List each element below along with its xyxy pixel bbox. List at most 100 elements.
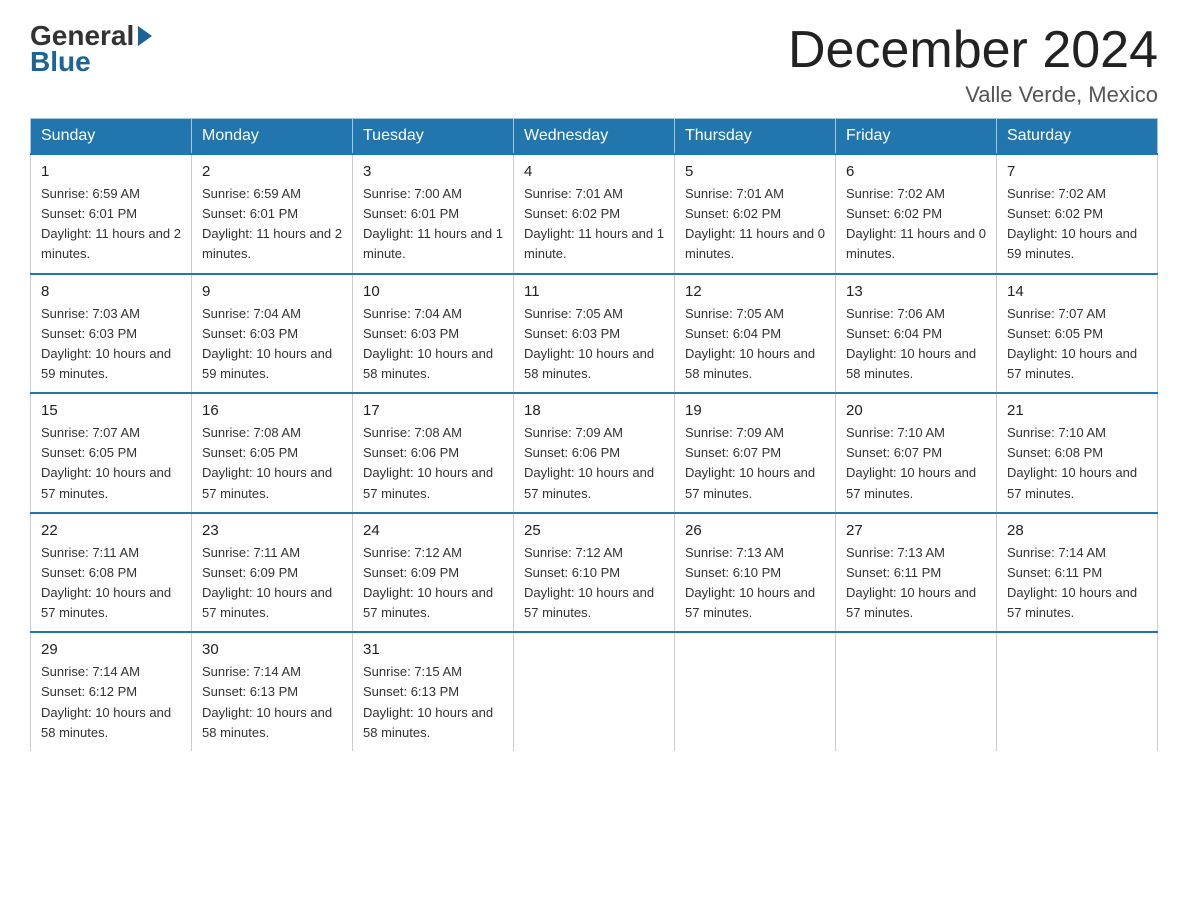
sunrise-value: 7:15 AM	[414, 664, 462, 679]
day-info: Sunrise: 7:05 AM Sunset: 6:03 PM Dayligh…	[524, 304, 664, 385]
day-info: Sunrise: 7:15 AM Sunset: 6:13 PM Dayligh…	[363, 662, 503, 743]
sunset-value: 6:06 PM	[572, 445, 620, 460]
calendar-week-2: 8 Sunrise: 7:03 AM Sunset: 6:03 PM Dayli…	[31, 274, 1158, 394]
sunrise-label: Sunrise:	[524, 186, 575, 201]
calendar-cell: 10 Sunrise: 7:04 AM Sunset: 6:03 PM Dayl…	[353, 274, 514, 394]
daylight-label: Daylight:	[41, 226, 95, 241]
logo-blue-text: Blue	[30, 46, 91, 78]
sunrise-value: 6:59 AM	[253, 186, 301, 201]
daylight-label: Daylight:	[202, 465, 256, 480]
sunrise-value: 7:13 AM	[736, 545, 784, 560]
sunrise-label: Sunrise:	[202, 545, 253, 560]
calendar-cell: 16 Sunrise: 7:08 AM Sunset: 6:05 PM Dayl…	[192, 393, 353, 513]
calendar-cell: 6 Sunrise: 7:02 AM Sunset: 6:02 PM Dayli…	[836, 154, 997, 274]
daylight-label: Daylight:	[363, 585, 417, 600]
calendar-week-3: 15 Sunrise: 7:07 AM Sunset: 6:05 PM Dayl…	[31, 393, 1158, 513]
calendar-cell: 3 Sunrise: 7:00 AM Sunset: 6:01 PM Dayli…	[353, 154, 514, 274]
day-number: 12	[685, 283, 825, 300]
day-number: 4	[524, 163, 664, 180]
header-cell-saturday: Saturday	[997, 119, 1158, 155]
calendar-cell: 22 Sunrise: 7:11 AM Sunset: 6:08 PM Dayl…	[31, 513, 192, 633]
sunset-value: 6:04 PM	[894, 326, 942, 341]
sunset-value: 6:04 PM	[733, 326, 781, 341]
day-info: Sunrise: 7:11 AM Sunset: 6:08 PM Dayligh…	[41, 543, 181, 624]
calendar-cell: 25 Sunrise: 7:12 AM Sunset: 6:10 PM Dayl…	[514, 513, 675, 633]
calendar-cell	[997, 632, 1158, 751]
day-number: 11	[524, 283, 664, 300]
calendar-body: 1 Sunrise: 6:59 AM Sunset: 6:01 PM Dayli…	[31, 154, 1158, 751]
day-info: Sunrise: 7:10 AM Sunset: 6:08 PM Dayligh…	[1007, 423, 1147, 504]
daylight-label: Daylight:	[524, 585, 578, 600]
sunrise-label: Sunrise:	[41, 186, 92, 201]
sunrise-value: 7:02 AM	[1058, 186, 1106, 201]
day-number: 9	[202, 283, 342, 300]
daylight-label: Daylight:	[1007, 465, 1061, 480]
day-number: 23	[202, 522, 342, 539]
day-info: Sunrise: 7:14 AM Sunset: 6:13 PM Dayligh…	[202, 662, 342, 743]
sunrise-label: Sunrise:	[846, 186, 897, 201]
calendar-cell: 29 Sunrise: 7:14 AM Sunset: 6:12 PM Dayl…	[31, 632, 192, 751]
sunset-label: Sunset:	[363, 206, 411, 221]
sunrise-label: Sunrise:	[41, 425, 92, 440]
sunrise-label: Sunrise:	[685, 186, 736, 201]
sunrise-value: 7:09 AM	[575, 425, 623, 440]
day-info: Sunrise: 7:12 AM Sunset: 6:09 PM Dayligh…	[363, 543, 503, 624]
sunset-value: 6:13 PM	[250, 684, 298, 699]
day-number: 19	[685, 402, 825, 419]
sunrise-label: Sunrise:	[363, 425, 414, 440]
sunrise-value: 7:01 AM	[736, 186, 784, 201]
sunset-label: Sunset:	[1007, 326, 1055, 341]
sunset-label: Sunset:	[524, 326, 572, 341]
day-info: Sunrise: 7:08 AM Sunset: 6:05 PM Dayligh…	[202, 423, 342, 504]
calendar-cell: 5 Sunrise: 7:01 AM Sunset: 6:02 PM Dayli…	[675, 154, 836, 274]
sunrise-label: Sunrise:	[846, 545, 897, 560]
daylight-label: Daylight:	[524, 346, 578, 361]
day-number: 29	[41, 641, 181, 658]
daylight-label: Daylight:	[1007, 346, 1061, 361]
sunrise-value: 7:03 AM	[92, 306, 140, 321]
daylight-label: Daylight:	[202, 705, 256, 720]
sunrise-value: 7:14 AM	[253, 664, 301, 679]
day-number: 24	[363, 522, 503, 539]
day-number: 3	[363, 163, 503, 180]
logo: General Blue	[30, 20, 152, 78]
month-title: December 2024	[788, 20, 1158, 80]
sunset-label: Sunset:	[685, 565, 733, 580]
sunrise-value: 7:08 AM	[414, 425, 462, 440]
day-info: Sunrise: 7:04 AM Sunset: 6:03 PM Dayligh…	[202, 304, 342, 385]
day-number: 1	[41, 163, 181, 180]
calendar-cell: 27 Sunrise: 7:13 AM Sunset: 6:11 PM Dayl…	[836, 513, 997, 633]
sunrise-label: Sunrise:	[41, 306, 92, 321]
sunrise-value: 7:09 AM	[736, 425, 784, 440]
daylight-label: Daylight:	[363, 705, 417, 720]
day-number: 13	[846, 283, 986, 300]
sunset-label: Sunset:	[202, 445, 250, 460]
daylight-label: Daylight:	[1007, 226, 1061, 241]
day-info: Sunrise: 7:07 AM Sunset: 6:05 PM Dayligh…	[1007, 304, 1147, 385]
daylight-label: Daylight:	[846, 465, 900, 480]
sunset-label: Sunset:	[41, 206, 89, 221]
page-header: General Blue December 2024 Valle Verde, …	[30, 20, 1158, 108]
title-section: December 2024 Valle Verde, Mexico	[788, 20, 1158, 108]
sunrise-label: Sunrise:	[202, 425, 253, 440]
day-info: Sunrise: 7:01 AM Sunset: 6:02 PM Dayligh…	[685, 184, 825, 265]
day-number: 27	[846, 522, 986, 539]
daylight-label: Daylight:	[846, 585, 900, 600]
calendar-cell: 1 Sunrise: 6:59 AM Sunset: 6:01 PM Dayli…	[31, 154, 192, 274]
calendar-cell: 15 Sunrise: 7:07 AM Sunset: 6:05 PM Dayl…	[31, 393, 192, 513]
day-number: 14	[1007, 283, 1147, 300]
day-info: Sunrise: 7:06 AM Sunset: 6:04 PM Dayligh…	[846, 304, 986, 385]
day-info: Sunrise: 7:03 AM Sunset: 6:03 PM Dayligh…	[41, 304, 181, 385]
calendar-cell: 14 Sunrise: 7:07 AM Sunset: 6:05 PM Dayl…	[997, 274, 1158, 394]
sunset-label: Sunset:	[202, 565, 250, 580]
sunrise-label: Sunrise:	[41, 545, 92, 560]
calendar-cell	[675, 632, 836, 751]
sunrise-value: 7:04 AM	[253, 306, 301, 321]
calendar-cell	[514, 632, 675, 751]
calendar-cell: 19 Sunrise: 7:09 AM Sunset: 6:07 PM Dayl…	[675, 393, 836, 513]
sunrise-label: Sunrise:	[524, 425, 575, 440]
sunset-label: Sunset:	[202, 206, 250, 221]
sunset-value: 6:02 PM	[733, 206, 781, 221]
day-info: Sunrise: 7:08 AM Sunset: 6:06 PM Dayligh…	[363, 423, 503, 504]
sunset-label: Sunset:	[363, 445, 411, 460]
